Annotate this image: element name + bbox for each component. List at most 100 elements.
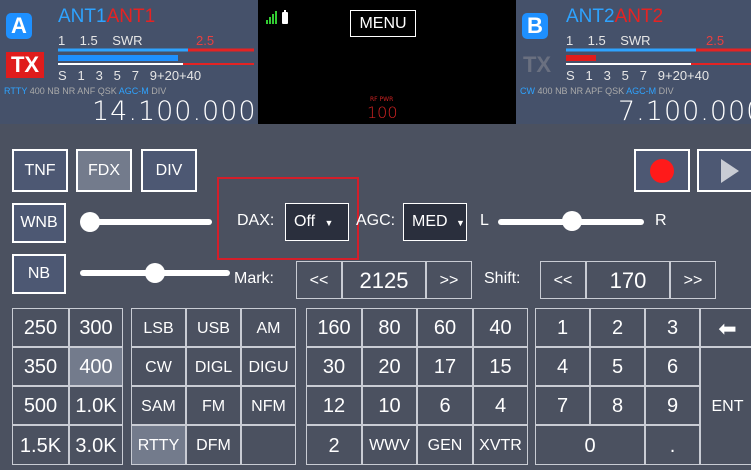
slice-a-tx-ant[interactable]: ANT1	[107, 6, 156, 27]
shift-increase-button[interactable]: >>	[670, 261, 716, 299]
record-button[interactable]	[634, 149, 690, 192]
slice-a-swr-scale: 1 1.5 SWR	[58, 33, 143, 48]
slice-a-antennas[interactable]: ANT1ANT1	[58, 6, 155, 28]
slice-b-s-scale: S 1 3 5 7 9+20+40	[566, 68, 710, 83]
mode-dfm[interactable]: DFM	[186, 425, 241, 465]
key-decimal[interactable]: .	[645, 425, 700, 465]
filter-3k[interactable]: 3.0K	[69, 425, 123, 465]
band-20[interactable]: 20	[362, 347, 417, 386]
slice-a-s-scale: S 1 3 5 7 9+20+40	[58, 68, 202, 83]
filter-1k[interactable]: 1.0K	[69, 386, 123, 425]
key-7[interactable]: 7	[535, 386, 590, 425]
key-9[interactable]: 9	[645, 386, 700, 425]
mode-usb[interactable]: USB	[186, 308, 241, 347]
slice-b-meter-bar	[566, 48, 751, 65]
div-button[interactable]: DIV	[141, 149, 197, 192]
backspace-icon[interactable]: ⬅	[700, 308, 751, 347]
fdx-button[interactable]: FDX	[76, 149, 132, 192]
mark-decrease-button[interactable]: <<	[296, 261, 342, 299]
mode-empty[interactable]	[241, 425, 296, 465]
mode-digu[interactable]: DIGU	[241, 347, 296, 386]
band-160[interactable]: 160	[306, 308, 362, 347]
dropdown-arrow-icon: ▼	[324, 218, 334, 228]
key-5[interactable]: 5	[590, 347, 645, 386]
band-40[interactable]: 40	[473, 308, 528, 347]
slice-a-meter-bar	[58, 48, 254, 65]
filter-300[interactable]: 300	[69, 308, 123, 347]
band-12[interactable]: 12	[306, 386, 362, 425]
slice-b-antennas[interactable]: ANT2ANT2	[566, 6, 663, 28]
band-wwv[interactable]: WWV	[362, 425, 417, 465]
dax-label: DAX:	[237, 212, 275, 229]
filter-400[interactable]: 400	[69, 347, 123, 386]
wnb-button[interactable]: WNB	[12, 203, 66, 243]
slice-b-badge[interactable]: B	[522, 13, 548, 39]
tnf-button[interactable]: TNF	[12, 149, 68, 192]
play-button[interactable]	[697, 149, 751, 192]
dax-select[interactable]: Off ▼	[285, 203, 349, 241]
key-0[interactable]: 0	[535, 425, 645, 465]
band-gen[interactable]: GEN	[417, 425, 473, 465]
band-80[interactable]: 80	[362, 308, 417, 347]
mode-digl[interactable]: DIGL	[186, 347, 241, 386]
slice-a-mode[interactable]: RTTY	[4, 86, 27, 96]
slice-b-mode[interactable]: CW	[520, 86, 535, 96]
slice-a-badge[interactable]: A	[6, 13, 32, 39]
band-10[interactable]: 10	[362, 386, 417, 425]
filter-1-5k[interactable]: 1.5K	[12, 425, 69, 465]
slice-b-tx-badge[interactable]: TX	[518, 52, 556, 78]
wnb-slider-track[interactable]	[84, 219, 212, 225]
key-1[interactable]: 1	[535, 308, 590, 347]
slice-a-frequency[interactable]: 14.100.000	[92, 96, 257, 127]
mode-cw[interactable]: CW	[131, 347, 186, 386]
band-6[interactable]: 6	[417, 386, 473, 425]
key-2[interactable]: 2	[590, 308, 645, 347]
wnb-slider-knob[interactable]	[80, 212, 100, 232]
filter-500[interactable]: 500	[12, 386, 69, 425]
mode-lsb[interactable]: LSB	[131, 308, 186, 347]
mark-value[interactable]: 2125	[342, 261, 426, 299]
mark-increase-button[interactable]: >>	[426, 261, 472, 299]
slice-a-tx-badge[interactable]: TX	[6, 52, 44, 78]
slice-b-status-line: CW 400 NB NR APF QSK AGC-M DIV	[520, 86, 674, 96]
filter-250[interactable]: 250	[12, 308, 69, 347]
slice-b-div[interactable]: DIV	[659, 86, 674, 96]
mode-fm[interactable]: FM	[186, 386, 241, 425]
band-60[interactable]: 60	[417, 308, 473, 347]
slice-b-rx-ant[interactable]: ANT2	[566, 6, 615, 27]
key-3[interactable]: 3	[645, 308, 700, 347]
agc-select[interactable]: MED ▼	[403, 203, 467, 241]
slice-b-frequency[interactable]: 7.100.000	[618, 96, 751, 127]
shift-decrease-button[interactable]: <<	[540, 261, 586, 299]
nb-slider-knob[interactable]	[145, 263, 165, 283]
mode-nfm[interactable]: NFM	[241, 386, 296, 425]
filter-350[interactable]: 350	[12, 347, 69, 386]
key-4[interactable]: 4	[535, 347, 590, 386]
band-17[interactable]: 17	[417, 347, 473, 386]
mode-sam[interactable]: SAM	[131, 386, 186, 425]
agc-label: AGC:	[356, 212, 396, 229]
enter-button[interactable]: ENT	[700, 347, 751, 465]
slice-a-div[interactable]: DIV	[151, 86, 166, 96]
band-30[interactable]: 30	[306, 347, 362, 386]
slice-b-filter[interactable]: 400	[538, 86, 553, 96]
mode-rtty[interactable]: RTTY	[131, 425, 186, 465]
band-4[interactable]: 4	[473, 386, 528, 425]
slice-a-agc[interactable]: AGC-M	[119, 86, 149, 96]
band-15[interactable]: 15	[473, 347, 528, 386]
menu-button[interactable]: MENU	[350, 10, 416, 37]
slice-a-rx-ant[interactable]: ANT1	[58, 6, 107, 27]
slice-b-tx-ant[interactable]: ANT2	[615, 6, 664, 27]
slice-b-agc[interactable]: AGC-M	[626, 86, 656, 96]
pan-slider-knob[interactable]	[562, 211, 582, 231]
dropdown-arrow-icon: ▼	[456, 218, 465, 228]
rf-power-value[interactable]: 100	[367, 103, 398, 122]
key-8[interactable]: 8	[590, 386, 645, 425]
nb-button[interactable]: NB	[12, 254, 66, 294]
slice-a-filter[interactable]: 400	[30, 86, 45, 96]
band-xvtr[interactable]: XVTR	[473, 425, 528, 465]
key-6[interactable]: 6	[645, 347, 700, 386]
band-2[interactable]: 2	[306, 425, 362, 465]
shift-value[interactable]: 170	[586, 261, 670, 299]
mode-am[interactable]: AM	[241, 308, 296, 347]
